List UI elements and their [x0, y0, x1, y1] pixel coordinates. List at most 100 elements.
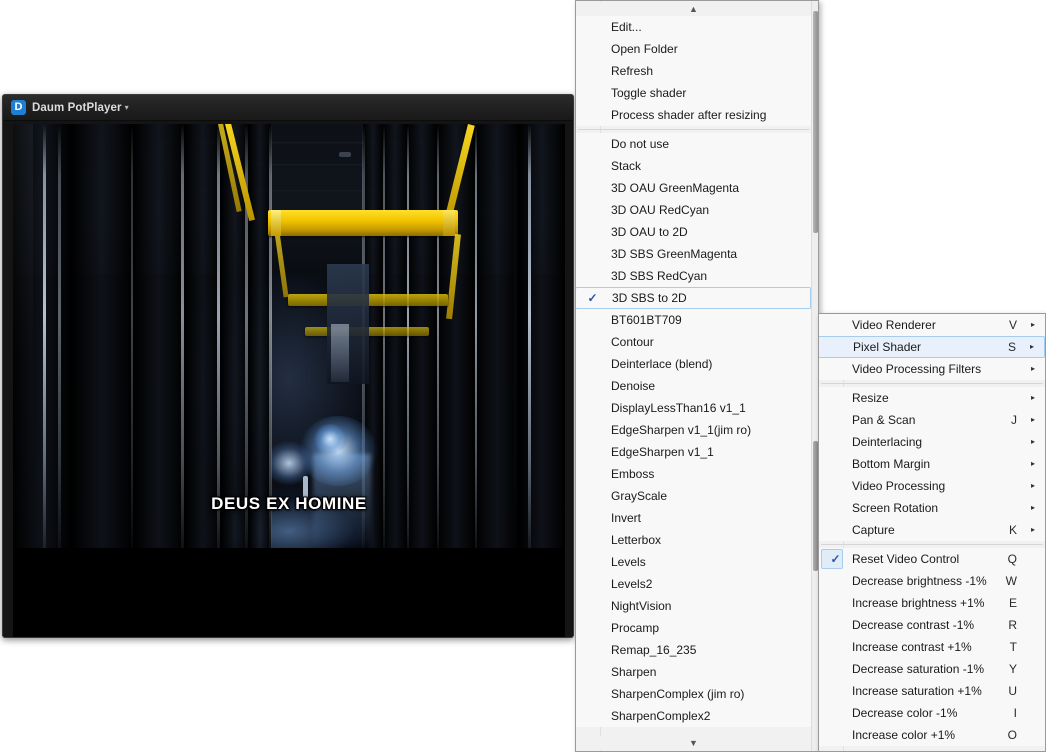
- check-icon: ✓: [587, 291, 598, 305]
- menu-item-bt601bt709[interactable]: BT601BT709: [576, 309, 811, 331]
- menu-item-decrease-brightness[interactable]: Decrease brightness -1% W: [819, 570, 1045, 592]
- menu-item-3d-sbs-to-2d[interactable]: ✓ 3D SBS to 2D: [576, 287, 811, 309]
- menu-item-levels2[interactable]: Levels2: [576, 573, 811, 595]
- menu-item-grayscale[interactable]: GrayScale: [576, 485, 811, 507]
- menu-item-video-renderer[interactable]: Video Renderer V ▸: [819, 314, 1045, 336]
- server-rack: [249, 124, 271, 548]
- menu-item-decrease-color[interactable]: Decrease color -1% I: [819, 702, 1045, 724]
- chevron-right-icon: ▸: [1030, 364, 1035, 373]
- menu-item-pixel-shader[interactable]: Pixel Shader S ▸: [819, 336, 1045, 358]
- menu-item-toggle-shader[interactable]: Toggle shader: [576, 82, 811, 104]
- menu-item-nightvision[interactable]: NightVision: [576, 595, 811, 617]
- menu-item-remap-16-235[interactable]: Remap_16_235: [576, 639, 811, 661]
- menu-item-accelerator: I: [1013, 706, 1017, 720]
- menu-item-accelerator: Y: [1008, 662, 1017, 676]
- chevron-right-icon: ▸: [1030, 393, 1035, 402]
- menu-item-procamp[interactable]: Procamp: [576, 617, 811, 639]
- menu-separator: [821, 544, 1043, 545]
- menu-item-label: Denoise: [611, 379, 656, 393]
- menu-item-label: EdgeSharpen v1_1: [611, 445, 714, 459]
- menu-item-accelerator: T: [1009, 640, 1017, 654]
- menu-item-label: Increase contrast +1%: [852, 640, 972, 654]
- rack-edge-highlight: [528, 124, 531, 548]
- menu-item-label: Do not use: [611, 137, 670, 151]
- rack-edge-highlight: [43, 124, 46, 548]
- menu-item-video-processing[interactable]: Video Processing ▸: [819, 475, 1045, 497]
- menu-item-increase-color[interactable]: Increase color +1% O: [819, 724, 1045, 746]
- menu-item-pan-and-scan[interactable]: Pan & Scan J ▸: [819, 409, 1045, 431]
- menu-item-refresh[interactable]: Refresh: [576, 60, 811, 82]
- menu-item-sharpencomplex2[interactable]: SharpenComplex2: [576, 705, 811, 727]
- menu-item-sharpencomplex-jimro[interactable]: SharpenComplex (jim ro): [576, 683, 811, 705]
- menu-item-label: Contour: [611, 335, 654, 349]
- menu-item-label: SharpenComplex2: [611, 709, 711, 723]
- menu-item-accelerator: O: [1007, 728, 1017, 742]
- menu-item-label: Process shader after resizing: [611, 108, 767, 122]
- menu-item-increase-saturation[interactable]: Increase saturation +1% U: [819, 680, 1045, 702]
- menu-item-3d-oau-to-2d[interactable]: 3D OAU to 2D: [576, 221, 811, 243]
- menu-item-emboss[interactable]: Emboss: [576, 463, 811, 485]
- menu-item-3d-oau-redcyan[interactable]: 3D OAU RedCyan: [576, 199, 811, 221]
- rack-edge-highlight: [58, 124, 61, 548]
- menu-item-label: 3D SBS RedCyan: [611, 269, 708, 283]
- menu-item-denoise[interactable]: Denoise: [576, 375, 811, 397]
- menu-item-accelerator: Q: [1007, 552, 1017, 566]
- menu-item-video-processing-filters[interactable]: Video Processing Filters ▸: [819, 358, 1045, 380]
- menu-item-label: EdgeSharpen v1_1(jim ro): [611, 423, 752, 437]
- title-dropdown-caret-icon[interactable]: ▾: [125, 103, 129, 112]
- menu-item-label: Decrease contrast -1%: [852, 618, 975, 632]
- scroll-down-arrow-icon[interactable]: ▼: [577, 736, 810, 750]
- menu-item-label: Screen Rotation: [852, 501, 939, 515]
- menu-item-displaylessthan16[interactable]: DisplayLessThan16 v1_1: [576, 397, 811, 419]
- video-context-menu: Video Renderer V ▸ Pixel Shader S ▸ Vide…: [818, 313, 1046, 752]
- menu-item-increase-contrast[interactable]: Increase contrast +1% T: [819, 636, 1045, 658]
- menu-item-deinterlacing[interactable]: Deinterlacing ▸: [819, 431, 1045, 453]
- menu-item-letterbox[interactable]: Letterbox: [576, 529, 811, 551]
- menu-item-decrease-contrast[interactable]: Decrease contrast -1% R: [819, 614, 1045, 636]
- menu-item-label: Resize: [852, 391, 889, 405]
- menu-item-3d-oau-greenmagenta[interactable]: 3D OAU GreenMagenta: [576, 177, 811, 199]
- menu-item-invert[interactable]: Invert: [576, 507, 811, 529]
- menu-item-label: 3D OAU to 2D: [611, 225, 688, 239]
- menu-item-increase-brightness[interactable]: Increase brightness +1% E: [819, 592, 1045, 614]
- window-titlebar[interactable]: D Daum PotPlayer ▾: [3, 95, 573, 121]
- menu-item-edgesharpen-jimro[interactable]: EdgeSharpen v1_1(jim ro): [576, 419, 811, 441]
- rack-edge-highlight: [181, 124, 184, 548]
- scroll-up-arrow-icon[interactable]: ▲: [577, 2, 810, 16]
- potplayer-window: D Daum PotPlayer ▾ DEUS EX HOMINE: [2, 94, 574, 638]
- menu-item-reset-video-control[interactable]: ✓ Reset Video Control Q: [819, 548, 1045, 570]
- pixel-shader-menu: ▲ Edit... Open Folder Refresh Toggle sha…: [575, 0, 819, 752]
- menu-item-3d-sbs-redcyan[interactable]: 3D SBS RedCyan: [576, 265, 811, 287]
- menu-item-label: Open Folder: [611, 42, 678, 56]
- video-surface[interactable]: DEUS EX HOMINE: [13, 124, 565, 637]
- menu-item-edgesharpen[interactable]: EdgeSharpen v1_1: [576, 441, 811, 463]
- menu-item-stack[interactable]: Stack: [576, 155, 811, 177]
- server-rack: [71, 124, 133, 548]
- menu-item-edit[interactable]: Edit...: [576, 16, 811, 38]
- menu-item-contour[interactable]: Contour: [576, 331, 811, 353]
- menu-item-process-shader-after-resizing[interactable]: Process shader after resizing: [576, 104, 811, 126]
- menu-item-3d-sbs-greenmagenta[interactable]: 3D SBS GreenMagenta: [576, 243, 811, 265]
- menu-item-resize[interactable]: Resize ▸: [819, 387, 1045, 409]
- menu-item-capture[interactable]: Capture K ▸: [819, 519, 1045, 541]
- menu-item-label: Increase brightness +1%: [852, 596, 985, 610]
- chevron-right-icon: ▸: [1030, 415, 1035, 424]
- menu-item-label: Pixel Shader: [853, 340, 922, 354]
- menu-item-deinterlace-blend[interactable]: Deinterlace (blend): [576, 353, 811, 375]
- menu-item-label: Increase saturation +1%: [852, 684, 982, 698]
- menu-item-open-folder[interactable]: Open Folder: [576, 38, 811, 60]
- menu-item-levels[interactable]: Levels: [576, 551, 811, 573]
- menu-item-accelerator: K: [1008, 523, 1017, 537]
- menu-item-decrease-saturation[interactable]: Decrease saturation -1% Y: [819, 658, 1045, 680]
- menu-item-label: Toggle shader: [611, 86, 687, 100]
- menu-item-sharpen[interactable]: Sharpen: [576, 661, 811, 683]
- menu-item-accelerator: J: [1011, 413, 1017, 427]
- server-rack: [383, 124, 407, 548]
- menu-item-bottom-margin[interactable]: Bottom Margin ▸: [819, 453, 1045, 475]
- menu-item-label: Video Processing: [852, 479, 946, 493]
- shader-menu-scrollbar[interactable]: [811, 1, 818, 751]
- scrollbar-thumb[interactable]: [813, 11, 818, 233]
- menu-item-screen-rotation[interactable]: Screen Rotation ▸: [819, 497, 1045, 519]
- menu-item-do-not-use[interactable]: Do not use: [576, 133, 811, 155]
- shader-items-container: Edit... Open Folder Refresh Toggle shade…: [576, 16, 811, 736]
